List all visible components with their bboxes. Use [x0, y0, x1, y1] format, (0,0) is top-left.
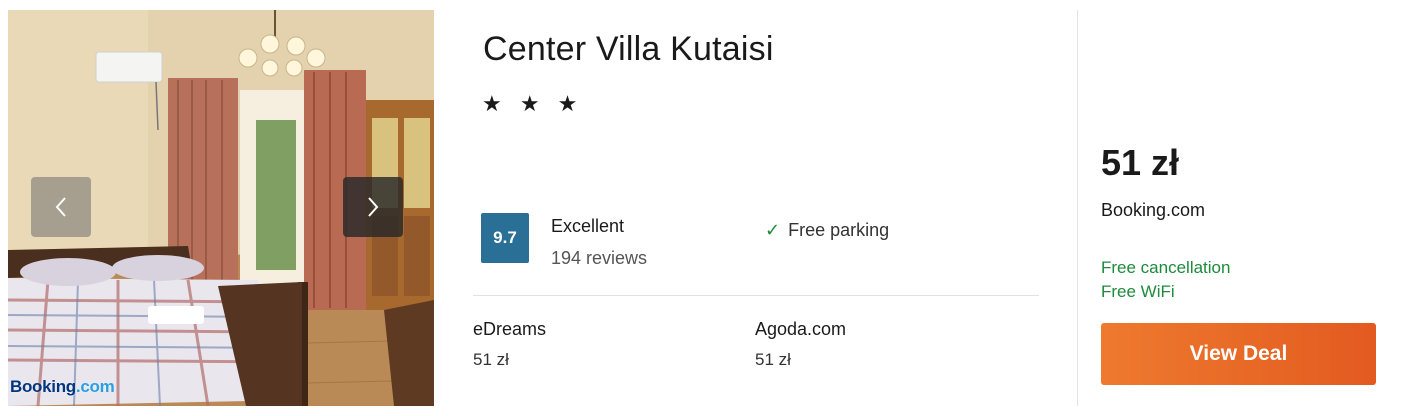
partner-offer-agoda[interactable]: Agoda.com 51 zł: [755, 318, 846, 371]
review-score-badge[interactable]: 9.7: [481, 213, 529, 263]
partner-price: 51 zł: [473, 350, 509, 369]
partner-price: 51 zł: [755, 350, 791, 369]
partner-name: eDreams: [473, 319, 547, 339]
chevron-right-icon: [368, 197, 379, 217]
partner-offer-edreams[interactable]: eDreams 51 zł: [473, 318, 546, 371]
section-divider: [473, 295, 1039, 296]
photo-source-logo: Booking.com: [10, 377, 115, 396]
view-deal-button[interactable]: View Deal: [1101, 323, 1376, 385]
chevron-left-icon: [55, 197, 66, 217]
carousel-next-button[interactable]: [343, 177, 403, 237]
amenity-label: Free parking: [788, 220, 890, 240]
star-rating: ★ ★ ★: [482, 91, 584, 116]
hotel-photo[interactable]: Booking.com: [8, 10, 434, 406]
partner-name: Agoda.com: [755, 319, 847, 339]
perk-free-cancellation: Free cancellation: [1101, 258, 1231, 277]
amenity-free-parking: ✓ Free parking: [765, 220, 889, 241]
hotel-name[interactable]: Center Villa Kutaisi: [483, 30, 774, 69]
hotel-result-card[interactable]: Booking.com Center Villa Kutaisi ★ ★ ★ 9…: [0, 0, 1410, 416]
perk-free-wifi: Free WiFi: [1101, 282, 1175, 301]
deal-provider: Booking.com: [1101, 200, 1206, 220]
column-divider: [1077, 10, 1078, 406]
carousel-prev-button[interactable]: [31, 177, 91, 237]
review-count[interactable]: 194 reviews: [551, 248, 647, 269]
checkmark-icon: ✓: [765, 220, 781, 240]
rating-label: Excellent: [551, 216, 625, 236]
deal-price: 51 zł: [1101, 142, 1180, 183]
